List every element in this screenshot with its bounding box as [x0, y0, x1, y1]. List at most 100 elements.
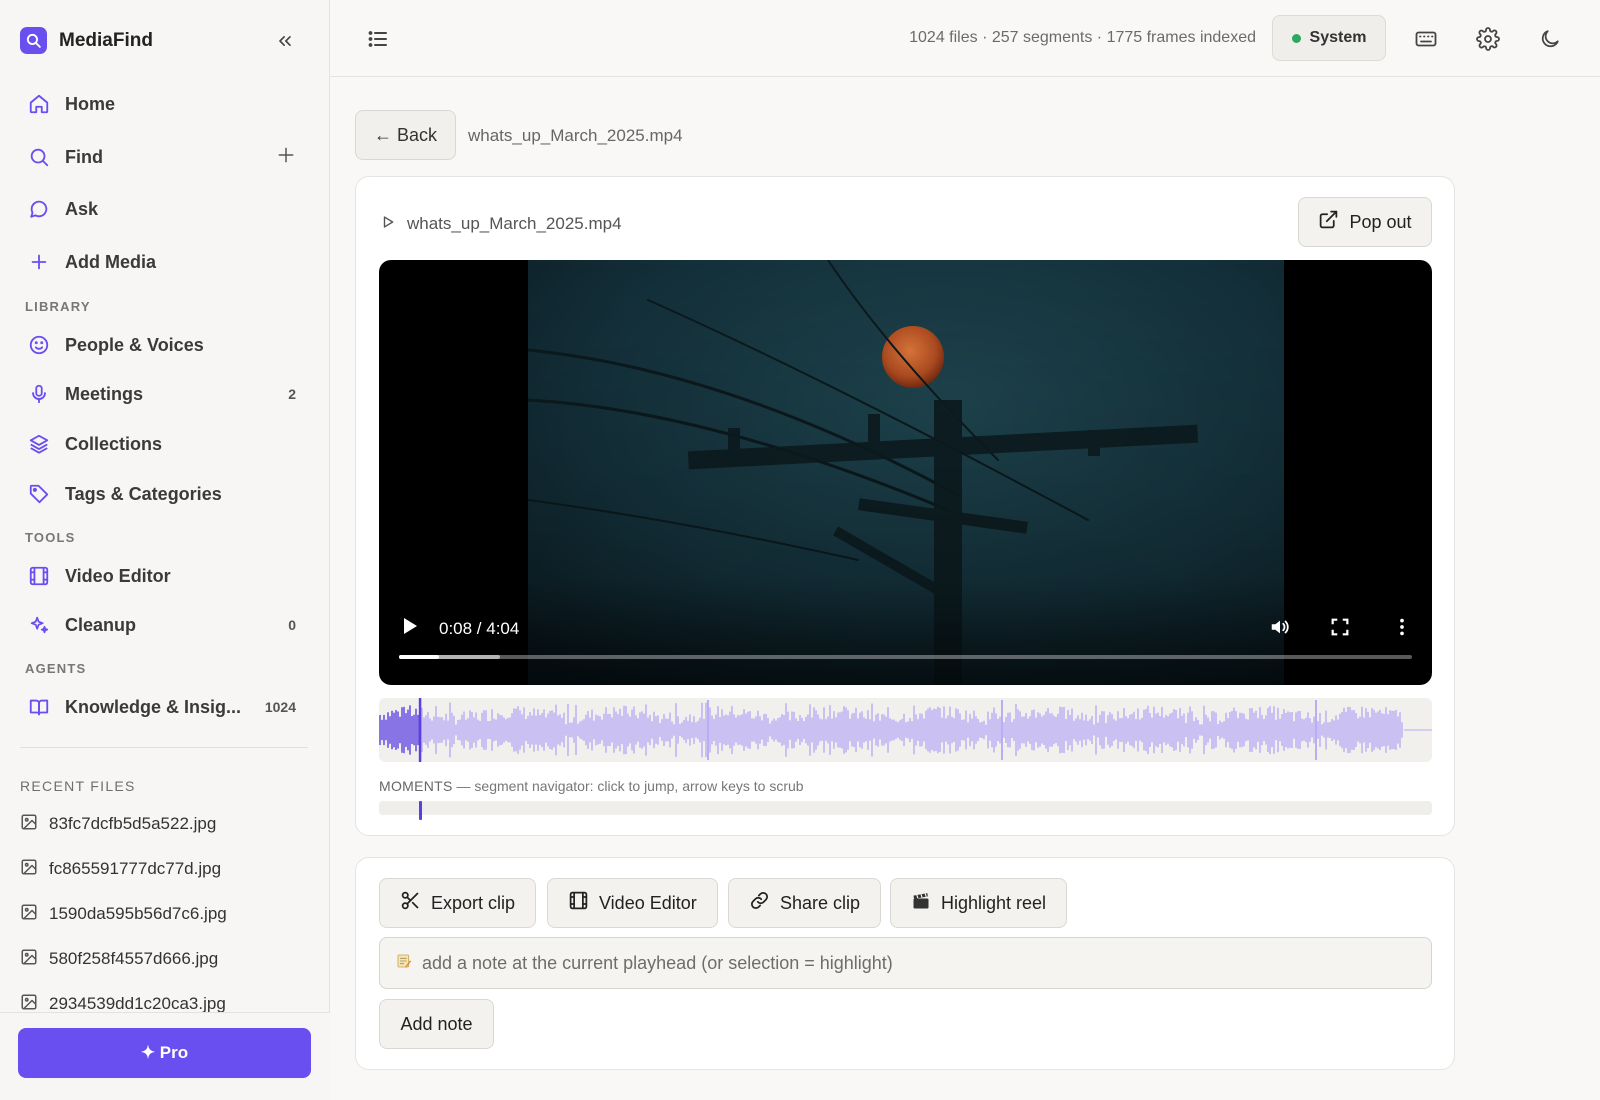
collapse-sidebar-icon[interactable] — [272, 28, 298, 54]
cleanup-count-badge: 0 — [288, 617, 296, 633]
chat-bubble-icon — [27, 197, 51, 221]
play-icon[interactable] — [401, 616, 419, 641]
recent-file-item[interactable]: 83fc7dcfb5d5a522.jpg — [20, 811, 216, 837]
section-library-label: LIBRARY — [25, 299, 91, 314]
app-name: MediaFind — [59, 29, 153, 51]
topbar: 1024 files · 257 segments · 1775 frames … — [330, 0, 1600, 77]
smiley-icon — [27, 333, 51, 357]
note-field[interactable] — [379, 937, 1432, 989]
sparkle-icon — [27, 613, 51, 637]
nav-label: Meetings — [65, 383, 144, 404]
nav-tags-categories[interactable]: Tags & Categories — [18, 474, 310, 514]
playback-time: 0:08 / 4:04 — [439, 619, 520, 638]
nav-label: Find — [65, 146, 103, 167]
add-note-button[interactable]: Add note — [379, 999, 494, 1049]
player-file-title: whats_up_March_2025.mp4 — [407, 214, 622, 233]
nav-find[interactable]: Find — [18, 137, 310, 177]
nav-knowledge-insights[interactable]: Knowledge & Insig... 1024 — [18, 687, 310, 727]
recent-file-name: 2934539dd1c20ca3.jpg — [49, 994, 226, 1013]
nav-video-editor[interactable]: Video Editor — [18, 556, 310, 596]
nav-label: Cleanup — [65, 614, 137, 635]
list-menu-icon[interactable] — [366, 27, 390, 56]
home-icon — [27, 92, 51, 116]
system-status-button[interactable]: System — [1272, 15, 1386, 61]
moon-icon[interactable] — [1537, 26, 1563, 52]
nav-meetings[interactable]: Meetings 2 — [18, 374, 310, 414]
pop-out-label: Pop out — [1349, 211, 1412, 232]
volume-icon[interactable] — [1269, 616, 1291, 643]
film-icon — [27, 564, 51, 588]
microphone-icon — [27, 382, 51, 406]
nav-label: Add Media — [65, 251, 157, 272]
nav-label: Video Editor — [65, 565, 171, 586]
mediafind-logo-icon — [20, 27, 47, 54]
image-file-icon — [20, 903, 38, 926]
pro-button[interactable]: ✦ Pro — [18, 1028, 311, 1078]
export-clip-label: Export clip — [431, 892, 516, 913]
nav-label: Collections — [65, 433, 163, 454]
layers-icon — [27, 432, 51, 456]
nav-label: Home — [65, 93, 116, 114]
external-link-icon — [1318, 209, 1339, 235]
nav-home[interactable]: Home — [18, 84, 310, 124]
clapperboard-icon — [911, 891, 931, 916]
system-label: System — [1309, 29, 1367, 46]
export-clip-button[interactable]: Export clip — [379, 878, 537, 928]
plus-icon[interactable] — [276, 145, 296, 170]
waveform-graphic — [379, 698, 1432, 762]
note-input[interactable] — [422, 952, 1402, 974]
pop-out-button[interactable]: Pop out — [1298, 197, 1432, 247]
section-tools-label: TOOLS — [25, 530, 76, 545]
share-clip-button[interactable]: Share clip — [728, 878, 882, 928]
fullscreen-icon[interactable] — [1329, 616, 1351, 643]
recent-file-item[interactable]: 580f258f4557d666.jpg — [20, 946, 218, 972]
back-button[interactable]: ← Back — [355, 110, 456, 160]
recent-file-item[interactable]: fc865591777dc77d.jpg — [20, 856, 221, 882]
moments-heading: MOMENTS — [379, 778, 453, 794]
plus-icon — [27, 250, 51, 274]
film-icon — [568, 890, 589, 916]
nav-label: Tags & Categories — [65, 483, 222, 504]
image-file-icon — [20, 858, 38, 881]
video-frame-moon-image — [528, 260, 1284, 685]
nav-people-voices[interactable]: People & Voices — [18, 325, 310, 365]
nav-add-media[interactable]: Add Media — [18, 242, 310, 282]
knowledge-count-badge: 1024 — [264, 699, 296, 715]
audio-waveform[interactable] — [379, 698, 1432, 762]
search-icon — [27, 145, 51, 169]
video-player[interactable]: 0:08 / 4:04 — [379, 260, 1432, 685]
recent-file-name: 83fc7dcfb5d5a522.jpg — [49, 814, 217, 833]
video-progress-bar[interactable] — [399, 655, 1412, 659]
tag-icon — [27, 482, 51, 506]
share-clip-label: Share clip — [780, 892, 861, 913]
video-editor-button[interactable]: Video Editor — [547, 878, 718, 928]
video-played-fill — [399, 655, 439, 659]
book-icon — [27, 695, 51, 719]
image-file-icon — [20, 813, 38, 836]
highlight-reel-label: Highlight reel — [941, 892, 1047, 913]
recent-file-name: 1590da595b56d7c6.jpg — [49, 904, 227, 923]
moments-label: MOMENTS — segment navigator: click to ju… — [379, 778, 804, 794]
section-agents-label: AGENTS — [25, 661, 87, 676]
nav-ask[interactable]: Ask — [18, 189, 310, 229]
nav-collections[interactable]: Collections — [18, 424, 310, 464]
moments-navigator[interactable] — [379, 801, 1432, 820]
breadcrumb-file-name: whats_up_March_2025.mp4 — [468, 126, 683, 145]
meetings-count-badge: 2 — [288, 386, 296, 402]
highlight-reel-button[interactable]: Highlight reel — [890, 878, 1068, 928]
moments-playhead-marker[interactable] — [419, 801, 423, 820]
status-dot — [1291, 33, 1301, 43]
gear-icon[interactable] — [1475, 26, 1501, 52]
brand[interactable]: MediaFind — [20, 27, 153, 54]
pro-footer: ✦ Pro — [0, 1012, 330, 1100]
nav-cleanup[interactable]: Cleanup 0 — [18, 605, 310, 645]
index-stats: 1024 files · 257 segments · 1775 frames … — [909, 29, 1256, 46]
scissors-icon — [400, 890, 421, 916]
recent-file-name: 580f258f4557d666.jpg — [49, 949, 219, 968]
nav-label: Ask — [65, 198, 99, 219]
sidebar-divider — [20, 747, 308, 748]
more-options-icon[interactable] — [1391, 616, 1413, 643]
nav-label: People & Voices — [65, 334, 204, 355]
recent-file-item[interactable]: 1590da595b56d7c6.jpg — [20, 901, 227, 927]
keyboard-icon[interactable] — [1413, 26, 1439, 52]
